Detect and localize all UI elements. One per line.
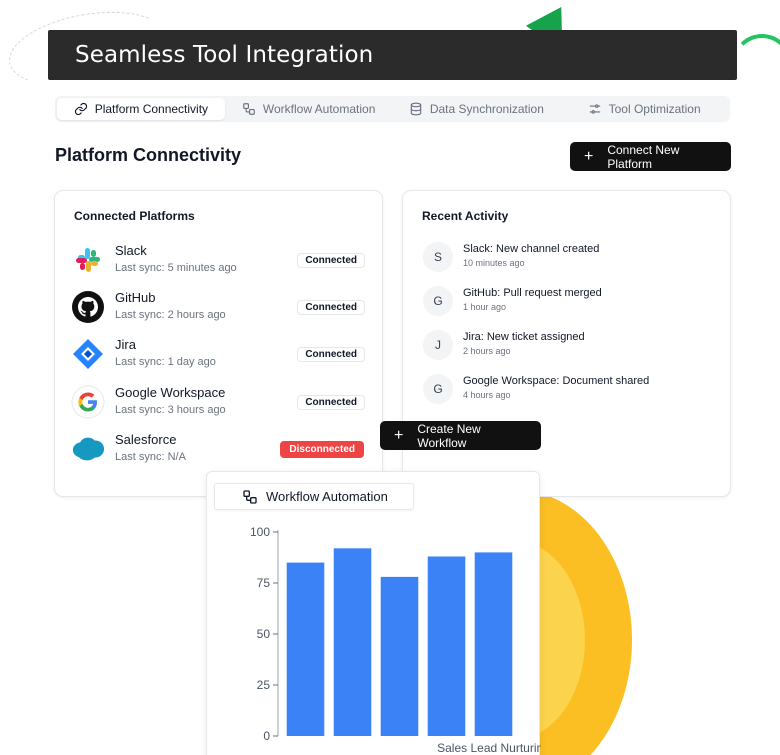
activity-time: 4 hours ago <box>463 390 511 400</box>
status-badge: Connected <box>297 300 365 315</box>
activity-text: GitHub: Pull request merged <box>463 287 602 299</box>
activity-text: Jira: New ticket assigned <box>463 331 585 343</box>
chart-bar <box>333 548 372 736</box>
tab-platform-connectivity[interactable]: Platform Connectivity <box>57 98 225 120</box>
workflow-chart-panel: 0 25 50 75 100 Sales Lead Nurturing Workflow … <box>206 471 541 755</box>
salesforce-icon <box>71 432 105 466</box>
platform-sync-time: Last sync: 2 hours ago <box>115 309 226 321</box>
avatar: G <box>423 286 453 316</box>
y-tick-label: 100 <box>250 525 270 539</box>
tab-label: Data Synchronization <box>429 102 544 116</box>
platform-row-salesforce[interactable]: Salesforce Last sync: N/A Disconnected <box>71 430 367 470</box>
tab-tool-optimization[interactable]: Tool Optimization <box>560 98 728 120</box>
platform-name: Google Workspace <box>115 385 226 400</box>
chart-bar <box>286 562 325 736</box>
platform-sync-time: Last sync: 5 minutes ago <box>115 262 237 274</box>
sliders-icon <box>589 104 600 114</box>
activity-item: J Jira: New ticket assigned 2 hours ago <box>421 330 721 366</box>
avatar: S <box>423 242 453 272</box>
platform-name: Jira <box>115 337 136 352</box>
avatar: G <box>423 374 453 404</box>
header-bar: Seamless Tool Integration <box>48 30 737 80</box>
activity-time: 10 minutes ago <box>463 258 525 268</box>
page-title: Seamless Tool Integration <box>75 42 374 68</box>
tab-label: Platform Connectivity <box>94 102 209 116</box>
card-title: Connected Platforms <box>74 209 195 223</box>
tab-data-synchronization[interactable]: Data Synchronization <box>393 98 561 120</box>
activity-item: G Google Workspace: Document shared 4 ho… <box>421 374 721 410</box>
section-title: Platform Connectivity <box>55 145 242 165</box>
connected-platforms-card: Connected Platforms Slack Last sync: 5 m… <box>54 190 383 497</box>
y-tick-label: 50 <box>257 627 271 641</box>
tab-workflow-automation-chart[interactable]: Workflow Automation <box>214 483 414 510</box>
platform-row-jira[interactable]: Jira Last sync: 1 day ago Connected <box>71 335 367 375</box>
plus-icon: + <box>584 147 594 165</box>
recent-activity-card: Recent Activity S Slack: New channel cre… <box>402 190 731 497</box>
status-badge: Connected <box>297 253 365 268</box>
database-icon <box>410 102 422 116</box>
y-tick-label: 75 <box>257 576 271 590</box>
platform-sync-time: Last sync: 3 hours ago <box>115 404 226 416</box>
status-badge: Connected <box>297 395 365 410</box>
button-label: Connect New Platform <box>607 142 680 171</box>
status-badge: Disconnected <box>280 441 364 458</box>
activity-item: S Slack: New channel created 10 minutes … <box>421 242 721 278</box>
activity-item: G GitHub: Pull request merged 1 hour ago <box>421 286 721 322</box>
platform-name: Slack <box>115 243 147 258</box>
chart-bar <box>380 576 419 736</box>
decorative-green-arc <box>732 34 780 94</box>
tab-bar: Platform Connectivity Workflow Automatio… <box>55 96 730 122</box>
activity-text: Google Workspace: Document shared <box>463 375 650 387</box>
tab-label: Tool Optimization <box>608 102 701 116</box>
y-tick-label: 25 <box>257 678 271 692</box>
platform-row-google-workspace[interactable]: Google Workspace Last sync: 3 hours ago … <box>71 383 367 423</box>
plus-icon: + <box>394 426 404 444</box>
create-new-workflow-button[interactable]: + Create New Workflow <box>380 421 541 450</box>
tab-workflow-automation[interactable]: Workflow Automation <box>225 98 393 120</box>
platform-row-slack[interactable]: Slack Last sync: 5 minutes ago Connected <box>71 241 367 281</box>
y-tick-label: 0 <box>263 729 270 743</box>
connect-new-platform-button[interactable]: + Connect New Platform <box>570 142 731 171</box>
activity-time: 1 hour ago <box>463 302 507 312</box>
link-icon <box>74 102 87 116</box>
card-title: Recent Activity <box>422 209 509 223</box>
activity-text: Slack: New channel created <box>463 243 600 255</box>
avatar: J <box>423 330 453 360</box>
platform-row-github[interactable]: GitHub Last sync: 2 hours ago Connected <box>71 288 367 328</box>
platform-name: GitHub <box>115 290 156 305</box>
tab-label: Workflow Automation <box>262 102 376 116</box>
jira-icon <box>71 337 105 371</box>
status-badge: Connected <box>297 347 365 362</box>
button-label: Create New Workflow <box>417 421 481 450</box>
platform-sync-time: Last sync: 1 day ago <box>115 356 216 368</box>
chart-bar <box>474 552 513 736</box>
chart-bar <box>427 556 466 736</box>
activity-time: 2 hours ago <box>463 346 511 356</box>
tab-label: Workflow Automation <box>266 489 388 504</box>
x-tick-label: Sales Lead Nurturing <box>437 741 541 755</box>
workflow-icon <box>243 489 257 504</box>
platform-sync-time: Last sync: N/A <box>115 451 186 463</box>
platform-name: Salesforce <box>115 432 177 447</box>
slack-icon <box>71 243 105 277</box>
workflow-icon <box>243 103 255 115</box>
google-icon <box>71 385 105 419</box>
github-icon <box>71 290 105 324</box>
workflow-bar-chart: 0 25 50 75 100 Sales Lead Nurturing <box>250 525 541 755</box>
